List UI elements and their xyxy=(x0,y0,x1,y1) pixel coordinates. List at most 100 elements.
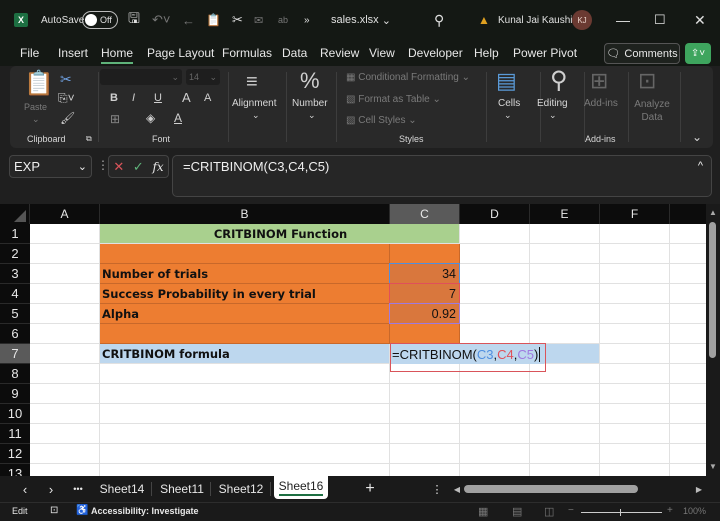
copy-icon[interactable]: ⎘˅ xyxy=(58,92,75,104)
font-name-select[interactable]: ⌄ xyxy=(100,69,182,85)
dialog-launcher-icon[interactable]: ⧉ xyxy=(86,134,92,144)
cell-g12[interactable] xyxy=(670,444,706,464)
cell-a13[interactable] xyxy=(30,464,100,476)
cell-b12[interactable] xyxy=(100,444,390,464)
tab-help[interactable]: Help xyxy=(474,46,499,60)
cell-e9[interactable] xyxy=(530,384,600,404)
tab-data[interactable]: Data xyxy=(282,46,307,60)
next-sheet-icon[interactable]: › xyxy=(44,478,58,500)
accessibility-status[interactable]: Accessibility: Investigate xyxy=(91,506,199,516)
cell-c13[interactable] xyxy=(390,464,460,476)
cell-g11[interactable] xyxy=(670,424,706,444)
cell-c2[interactable] xyxy=(390,244,460,264)
row-header-6[interactable]: 6 xyxy=(0,324,30,344)
paste-icon[interactable]: 📋 xyxy=(206,0,221,40)
percent-icon[interactable]: % xyxy=(300,70,320,92)
underline-button[interactable]: U xyxy=(154,93,162,104)
cell-a10[interactable] xyxy=(30,404,100,424)
cell-f7[interactable] xyxy=(600,344,670,364)
avatar[interactable]: KJ xyxy=(572,0,592,40)
format-painter-icon[interactable]: 🖌 xyxy=(60,112,75,124)
cell-b13[interactable] xyxy=(100,464,390,476)
cell-f2[interactable] xyxy=(600,244,670,264)
cell-d4[interactable] xyxy=(460,284,530,304)
row-header-2[interactable]: 2 xyxy=(0,244,30,264)
cell-g5[interactable] xyxy=(670,304,706,324)
cell-a5[interactable] xyxy=(30,304,100,324)
cell-g3[interactable] xyxy=(670,264,706,284)
back-icon[interactable]: ← xyxy=(182,0,195,40)
column-header-c[interactable]: C xyxy=(390,204,460,224)
paste-icon[interactable]: 📋 xyxy=(24,72,54,96)
font-color-icon[interactable]: A xyxy=(174,112,182,124)
cell-a7[interactable] xyxy=(30,344,100,364)
normal-view-icon[interactable]: ▦ xyxy=(478,505,488,518)
zoom-slider-thumb[interactable] xyxy=(620,509,621,516)
cell-e6[interactable] xyxy=(530,324,600,344)
share-button[interactable]: ⇪˅ xyxy=(685,43,711,64)
tab-splitter-icon[interactable]: ⋮ xyxy=(432,478,443,500)
cell-a8[interactable] xyxy=(30,364,100,384)
cell-d6[interactable] xyxy=(460,324,530,344)
fill-color-icon[interactable]: ◈ xyxy=(146,112,155,124)
cell-d1[interactable] xyxy=(460,224,530,244)
cell-d10[interactable] xyxy=(460,404,530,424)
cell-e10[interactable] xyxy=(530,404,600,424)
row-header-3[interactable]: 3 xyxy=(0,264,30,284)
cell-b4[interactable]: Success Probability in every trial xyxy=(100,284,390,304)
font-size-select[interactable]: 14 ⌄ xyxy=(186,69,220,85)
search-icon[interactable]: ⚲ xyxy=(434,0,444,40)
cell-e3[interactable] xyxy=(530,264,600,284)
tab-file[interactable]: File xyxy=(20,46,39,60)
column-header-e[interactable]: E xyxy=(530,204,600,224)
cell-a6[interactable] xyxy=(30,324,100,344)
collapse-ribbon-icon[interactable]: ⌄ xyxy=(692,130,702,144)
cell-f4[interactable] xyxy=(600,284,670,304)
cell-styles-button[interactable]: ▧ Cell Styles ⌄ xyxy=(346,115,417,126)
zoom-in-icon[interactable]: + xyxy=(667,505,673,516)
tab-insert[interactable]: Insert xyxy=(58,46,88,60)
cell-g6[interactable] xyxy=(670,324,706,344)
cell-c3[interactable]: 34 xyxy=(390,264,460,284)
cell-c10[interactable] xyxy=(390,404,460,424)
cell-g10[interactable] xyxy=(670,404,706,424)
row-header-7[interactable]: 7 xyxy=(0,344,30,364)
enter-icon[interactable]: ✓ xyxy=(133,159,144,175)
row-header-12[interactable]: 12 xyxy=(0,444,30,464)
italic-button[interactable]: I xyxy=(132,93,135,104)
cell-a1[interactable] xyxy=(30,224,100,244)
number-button[interactable]: Number xyxy=(292,98,328,109)
cell-f3[interactable] xyxy=(600,264,670,284)
spreadsheet-grid[interactable]: A B C D E F G 1 CRITBINOM Function 23 Numbe… xyxy=(0,204,706,476)
cells-icon[interactable]: ▤ xyxy=(496,70,517,92)
tab-power-pivot[interactable]: Power Pivot xyxy=(513,46,577,60)
cell-e13[interactable] xyxy=(530,464,600,476)
cell-c12[interactable] xyxy=(390,444,460,464)
cell-f9[interactable] xyxy=(600,384,670,404)
tab-developer[interactable]: Developer xyxy=(408,46,463,60)
bold-button[interactable]: B xyxy=(110,93,118,104)
cell-c6[interactable] xyxy=(390,324,460,344)
scroll-up-icon[interactable]: ▲ xyxy=(709,208,717,217)
cell-e5[interactable] xyxy=(530,304,600,324)
spelling-icon[interactable]: ab xyxy=(278,0,288,40)
maximize-icon[interactable]: ☐ xyxy=(654,0,666,40)
zoom-out-icon[interactable]: − xyxy=(568,505,574,516)
cell-b2[interactable] xyxy=(100,244,390,264)
cell-d9[interactable] xyxy=(460,384,530,404)
minimize-icon[interactable]: — xyxy=(616,0,630,40)
row-header-1[interactable]: 1 xyxy=(0,224,30,244)
more-sheets-button[interactable]: ••• xyxy=(68,478,88,500)
vertical-scroll-thumb[interactable] xyxy=(709,222,716,358)
cell-f11[interactable] xyxy=(600,424,670,444)
cell-b3[interactable]: Number of trials xyxy=(100,264,390,284)
cell-f12[interactable] xyxy=(600,444,670,464)
cell-d12[interactable] xyxy=(460,444,530,464)
editing-button[interactable]: Editing xyxy=(537,98,568,109)
decrease-font-icon[interactable]: A xyxy=(204,93,211,104)
cell-a12[interactable] xyxy=(30,444,100,464)
horizontal-scroll-thumb[interactable] xyxy=(464,485,638,493)
sheet-tab-sheet12[interactable]: Sheet12 xyxy=(213,478,269,500)
cell-a11[interactable] xyxy=(30,424,100,444)
cell-g8[interactable] xyxy=(670,364,706,384)
